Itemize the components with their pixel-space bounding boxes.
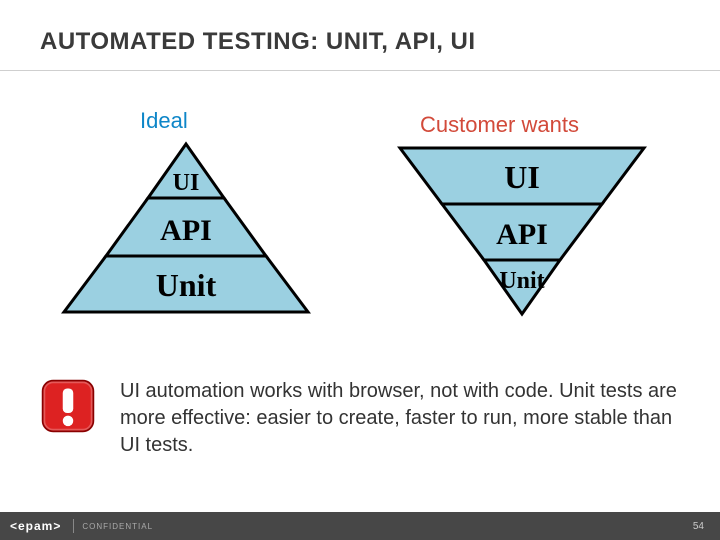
footer-divider xyxy=(73,519,74,533)
pyramid-ideal-bot-label: Unit xyxy=(156,267,217,303)
footer-bar: <epam> CONFIDENTIAL 54 xyxy=(0,512,720,540)
slide-title: AUTOMATED TESTING: UNIT, API, UI xyxy=(40,28,476,56)
pyramid-ideal-top-label: UI xyxy=(173,170,200,196)
warning-icon xyxy=(40,378,96,434)
pyramid-customer-top-label: UI xyxy=(504,159,540,195)
pyramid-customer: UI API Unit xyxy=(392,142,652,322)
label-ideal: Ideal xyxy=(140,108,188,134)
footer-page-number: 54 xyxy=(693,521,720,532)
footer-confidential: CONFIDENTIAL xyxy=(82,522,153,531)
note-row: UI automation works with browser, not wi… xyxy=(40,378,680,459)
footer-logo: <epam> xyxy=(0,519,71,533)
pyramid-ideal-mid-label: API xyxy=(160,214,212,247)
pyramid-ideal: UI API Unit xyxy=(56,138,316,318)
pyramid-customer-mid-label: API xyxy=(496,218,548,251)
label-customer: Customer wants xyxy=(420,112,579,138)
slide: AUTOMATED TESTING: UNIT, API, UI Ideal C… xyxy=(0,0,720,540)
pyramid-customer-bot-label: Unit xyxy=(499,268,544,294)
note-text: UI automation works with browser, not wi… xyxy=(120,378,680,459)
title-divider xyxy=(0,70,720,71)
